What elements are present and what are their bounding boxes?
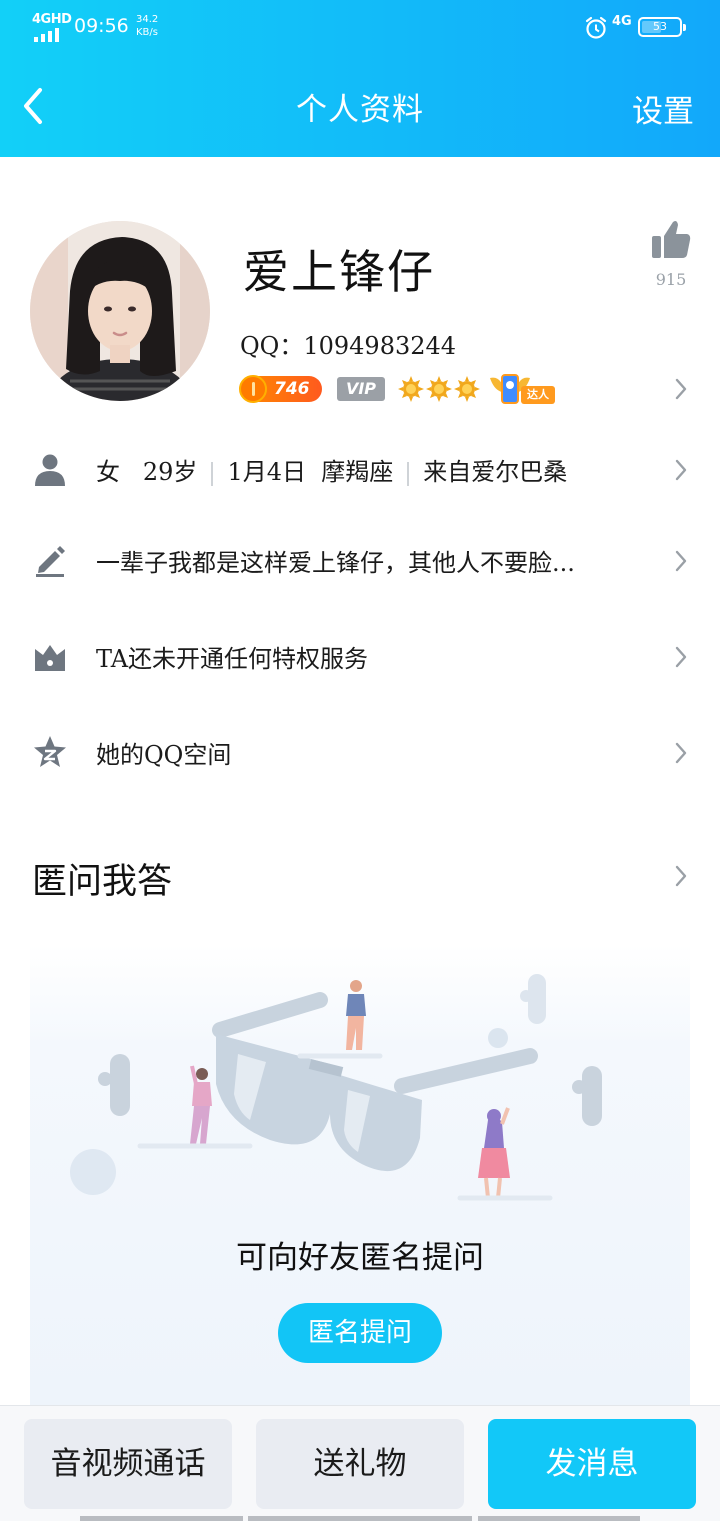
- bottom-action-bar: 音视频通话 送礼物 发消息: [0, 1405, 720, 1521]
- send-gift-button[interactable]: 送礼物: [256, 1419, 464, 1509]
- alarm-icon: [585, 16, 607, 39]
- like-count: 915: [655, 270, 687, 289]
- level-badge: 746: [239, 375, 322, 403]
- privilege-text: TA还未开通任何特权服务: [96, 645, 369, 673]
- privilege-row[interactable]: TA还未开通任何特权服务: [0, 622, 720, 692]
- qzone-star-icon: [34, 736, 66, 767]
- send-message-button[interactable]: 发消息: [488, 1419, 696, 1509]
- nav-indicator: [248, 1516, 472, 1521]
- chevron-right-icon[interactable]: [674, 864, 688, 888]
- chevron-right-icon: [675, 742, 687, 764]
- sun-badges: [398, 376, 480, 402]
- page-title: 个人资料: [296, 92, 424, 128]
- status-time: 09:56: [74, 15, 129, 37]
- nav-indicator: [478, 1516, 640, 1521]
- network-type: 4G: [612, 14, 632, 29]
- qa-section-title[interactable]: 匿问我答: [32, 853, 172, 904]
- avatar-photo: [30, 221, 210, 401]
- divider: [211, 461, 214, 486]
- battery-level: 53: [653, 20, 667, 33]
- coin-icon: [239, 375, 267, 403]
- settings-button[interactable]: 设置: [632, 86, 694, 131]
- battery-icon: 53: [638, 17, 686, 37]
- signal-icon: 4GHD: [32, 12, 72, 42]
- sunglasses-illustration: [70, 974, 602, 1201]
- person-right: [478, 1107, 510, 1199]
- vip-badge: VIP: [337, 377, 385, 401]
- pencil-icon: [36, 546, 65, 577]
- speed-unit: KB/s: [136, 27, 158, 38]
- signature-row[interactable]: 一辈子我都是这样爱上锋仔，其他人不要脸...: [0, 526, 720, 596]
- chevron-right-icon: [675, 459, 687, 481]
- qzone-row[interactable]: 她的QQ空间: [0, 718, 720, 788]
- anonymous-ask-button[interactable]: 匿名提问: [278, 1303, 442, 1363]
- hometown: 来自爱尔巴桑: [423, 458, 568, 486]
- status-bar: 4GHD 09:56 34.2 KB/s 4G 53: [0, 0, 720, 56]
- person-top: [346, 980, 366, 1050]
- speed-value: 34.2: [136, 14, 159, 25]
- nav-indicator: [80, 1516, 243, 1521]
- talent-badge: 达人: [488, 372, 562, 406]
- person-left: [190, 1065, 212, 1144]
- video-call-button[interactable]: 音视频通话: [24, 1419, 232, 1509]
- avatar[interactable]: [30, 221, 210, 401]
- talent-label: 达人: [521, 386, 555, 404]
- crown-icon: [35, 645, 65, 671]
- chevron-right-icon: [675, 646, 687, 668]
- person-icon: [35, 454, 65, 486]
- header: 4GHD 09:56 34.2 KB/s 4G 53 个人资料 设置: [0, 0, 720, 157]
- thumbs-up-icon: [652, 221, 691, 258]
- basic-info-row[interactable]: 女 29岁 1月4日 摩羯座 来自爱尔巴桑: [0, 435, 720, 505]
- chevron-right-icon[interactable]: [674, 377, 688, 401]
- network-speed: 34.2 KB/s: [136, 13, 166, 39]
- divider: [407, 461, 410, 486]
- chevron-right-icon: [675, 550, 687, 572]
- qa-prompt: 可向好友匿名提问: [236, 1240, 484, 1276]
- qzone-text: 她的QQ空间: [96, 741, 232, 769]
- qa-card: 可向好友匿名提问 匿名提问: [30, 944, 690, 1406]
- sun-icon: [454, 376, 480, 402]
- profile-name: 爱上锋仔: [243, 245, 435, 299]
- birthday: 1月4日 摩羯座: [227, 458, 394, 486]
- qq-number: QQ：1094983244: [240, 332, 457, 360]
- gender: 女: [96, 458, 120, 486]
- signature-text: 一辈子我都是这样爱上锋仔，其他人不要脸...: [96, 549, 575, 577]
- network-label: 4GHD: [32, 12, 72, 27]
- level-value: 746: [274, 379, 310, 399]
- basic-info-text: 女 29岁 1月4日 摩羯座 来自爱尔巴桑: [96, 452, 567, 487]
- age: 29岁: [142, 458, 198, 486]
- sun-icon: [426, 376, 452, 402]
- badge-row[interactable]: 746 VIP 达人: [239, 372, 562, 406]
- sun-icon: [398, 376, 424, 402]
- like-button[interactable]: 915: [646, 218, 696, 289]
